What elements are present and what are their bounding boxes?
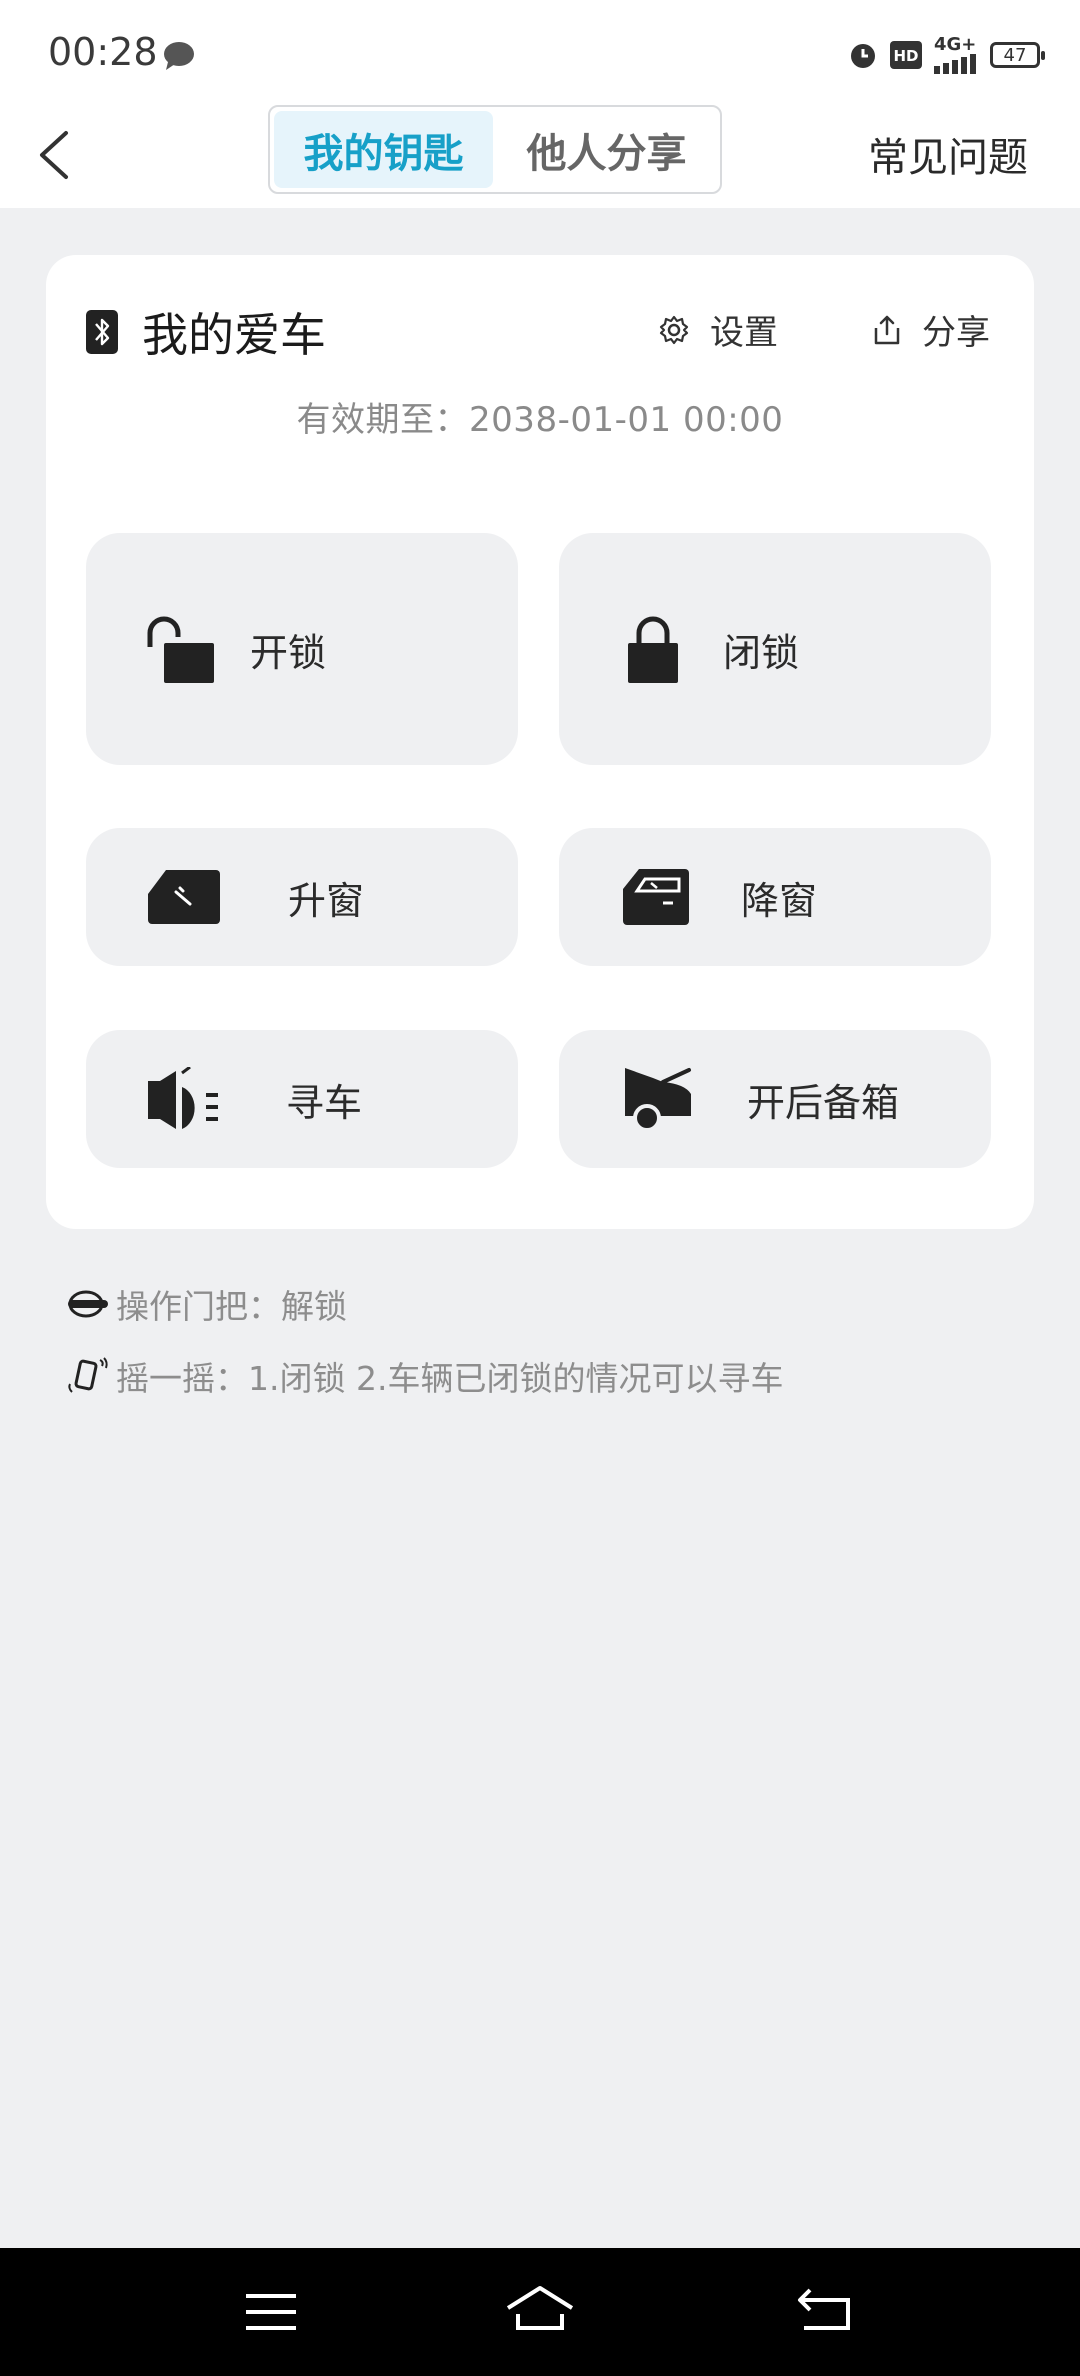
header-bar: 我的钥匙 他人分享 常见问题 [0, 105, 1080, 208]
car-title-row: 我的爱车 [86, 299, 326, 365]
tip-door-handle-text: 操作门把：解锁 [116, 1287, 347, 1326]
faq-link[interactable]: 常见问题 [868, 125, 1028, 183]
menu-icon[interactable] [244, 2284, 298, 2340]
tab-my-keys[interactable]: 我的钥匙 [274, 111, 493, 188]
window-down-button[interactable]: 降窗 [559, 828, 991, 966]
horn-light-icon [148, 1067, 218, 1129]
bluetooth-key-icon [86, 310, 118, 354]
window-up-button[interactable]: 升窗 [86, 828, 518, 966]
lock-label: 闭锁 [723, 630, 800, 675]
find-car-button[interactable]: 寻车 [86, 1030, 518, 1168]
tip-door-handle: 操作门把：解锁 [66, 1280, 783, 1328]
unlock-button[interactable]: 开锁 [86, 533, 518, 765]
window-down-label: 降窗 [741, 878, 818, 923]
signal-group: 4G+ [934, 36, 978, 74]
window-up-label: 升窗 [288, 878, 365, 923]
back-nav-icon[interactable] [796, 2284, 852, 2340]
car-key-card: 我的爱车 设置 分享 有效期至：2038-01-01 00:00 开锁 闭锁 升… [46, 255, 1034, 1229]
battery-level: 47 [1003, 44, 1027, 66]
lock-button[interactable]: 闭锁 [559, 533, 991, 765]
door-handle-icon [68, 1290, 108, 1318]
unlock-label: 开锁 [250, 630, 327, 675]
settings-label: 设置 [710, 313, 778, 353]
hd-icon: HD [890, 41, 922, 69]
trunk-icon [625, 1068, 691, 1132]
share-icon [874, 315, 900, 344]
lock-icon [628, 616, 678, 683]
gear-icon [659, 315, 689, 344]
battery-icon: 47 [990, 42, 1045, 68]
open-trunk-button[interactable]: 开后备箱 [559, 1030, 991, 1168]
validity-text: 有效期至：2038-01-01 00:00 [46, 392, 1034, 441]
unlock-icon [147, 616, 214, 683]
system-nav-bar [0, 2248, 1080, 2376]
signal-icon [934, 54, 976, 74]
share-button[interactable]: 分享 [872, 305, 990, 354]
chat-bubble-icon [164, 42, 194, 70]
tips-list: 操作门把：解锁 摇一摇：1.闭锁 2.车辆已闭锁的情况可以寻车 [66, 1280, 783, 1424]
tip-shake-text: 摇一摇：1.闭锁 2.车辆已闭锁的情况可以寻车 [116, 1359, 784, 1398]
share-label: 分享 [922, 313, 990, 353]
status-bar: 00:28 HD 4G+ 47 [0, 0, 1080, 105]
shake-phone-icon [68, 1357, 108, 1393]
status-time: 00:28 [48, 30, 158, 74]
validity-value: 有效期至：2038-01-01 00:00 [296, 400, 784, 440]
window-down-icon [623, 869, 689, 925]
car-name: 我的爱车 [142, 308, 326, 362]
alarm-icon [851, 44, 875, 68]
status-icons: HD 4G+ 47 [848, 36, 1045, 74]
settings-button[interactable]: 设置 [658, 305, 778, 354]
key-tabs: 我的钥匙 他人分享 [268, 105, 722, 194]
svg-text:HD: HD [893, 47, 918, 65]
find-car-label: 寻车 [286, 1080, 363, 1125]
home-icon[interactable] [504, 2284, 576, 2340]
tip-shake: 摇一摇：1.闭锁 2.车辆已闭锁的情况可以寻车 [66, 1352, 783, 1400]
tab-shared-keys[interactable]: 他人分享 [497, 111, 716, 188]
window-up-icon [148, 870, 220, 924]
network-type: 4G+ [934, 34, 977, 55]
back-arrow-icon[interactable] [26, 125, 86, 185]
open-trunk-label: 开后备箱 [747, 1080, 900, 1125]
